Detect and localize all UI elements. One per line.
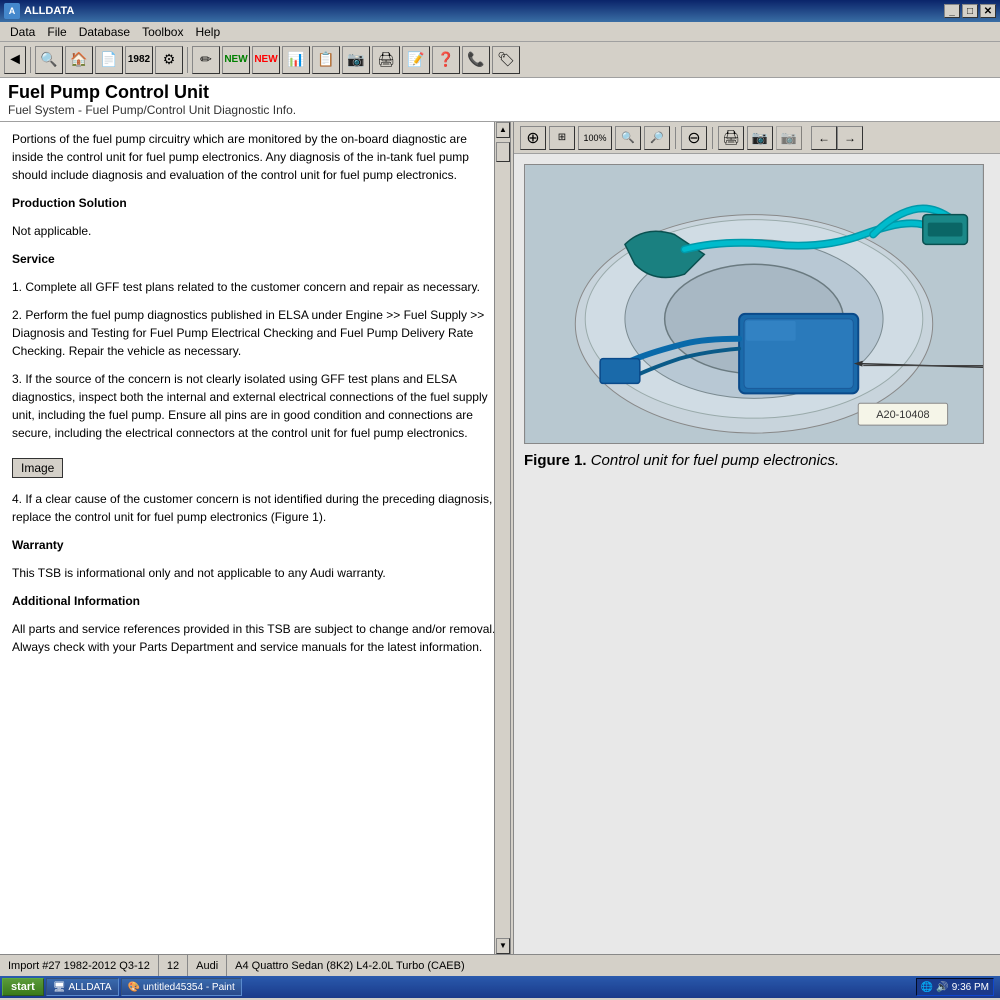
back-button[interactable]: ◄ [4,46,26,74]
taskbar-app-paint[interactable]: 🎨 untitled45354 - Paint [121,978,242,996]
document-subtitle: Fuel System - Fuel Pump/Control Unit Dia… [8,103,992,117]
taskbar-alldata-icon: 🖥 [53,982,66,993]
system-tray: 🌐 🔊 9:36 PM [916,978,994,996]
warranty-text: This TSB is informational only and not a… [12,564,498,582]
taskbar-right: 🌐 🔊 9:36 PM [912,978,998,996]
taskbar-paint-label: untitled45354 - Paint [143,982,235,993]
toolbar-btn-6[interactable]: ✏ [192,46,220,74]
zoom-custom-button[interactable]: 🔍 [615,126,641,150]
figure-label: Figure 1. [524,452,587,469]
print-image-button[interactable]: 🖨 [718,126,744,150]
diagram-container: A20-10408 1 1 1 [514,154,1000,954]
right-panel: ⊕ ⊞ 100% 🔍 🔎 ⊖ 🖨 📷 📷 ← → [514,122,1000,954]
menu-database[interactable]: Database [73,23,136,41]
zoom-out-button[interactable]: 🔎 [644,126,670,150]
image-button[interactable]: Image [12,452,498,484]
maximize-button[interactable]: □ [962,4,978,18]
service-item-1: 1. Complete all GFF test plans related t… [12,278,498,296]
zoom-minus-button[interactable]: ⊖ [681,126,707,150]
toolbar-btn-14[interactable]: ❓ [432,46,460,74]
toolbar-btn-13[interactable]: 📝 [402,46,430,74]
svg-text:A20-10408: A20-10408 [876,409,929,421]
additional-text: All parts and service references provide… [12,620,498,656]
start-button[interactable]: start [2,978,44,996]
camera-button-2[interactable]: 📷 [776,126,802,150]
toolbar-btn-7[interactable]: NEW [222,46,250,74]
main-toolbar: ◄ 🔍 🏠 📄 1982 ⚙ ✏ NEW NEW 📊 📋 📷 🖨 📝 ❓ 📞 🏷 [0,42,1000,78]
window-title: ALLDATA [24,5,74,17]
service-item-3: 3. If the source of the concern is not c… [12,370,498,442]
menu-toolbox[interactable]: Toolbox [136,23,189,41]
toolbar-btn-16[interactable]: 🏷 [492,46,520,74]
taskbar-alldata-label: ALLDATA [69,982,112,993]
toolbar-btn-9[interactable]: 📊 [282,46,310,74]
intro-text: Portions of the fuel pump circuitry whic… [12,130,498,184]
taskbar: start 🖥 ALLDATA 🎨 untitled45354 - Paint … [0,976,1000,998]
image-toolbar: ⊕ ⊞ 100% 🔍 🔎 ⊖ 🖨 📷 📷 ← → [514,122,1000,154]
toolbar-btn-3[interactable]: 📄 [95,46,123,74]
document-title: Fuel Pump Control Unit [8,82,992,103]
service-item-4: 4. If a clear cause of the customer conc… [12,490,498,526]
service-item-2: 2. Perform the fuel pump diagnostics pub… [12,306,498,360]
left-panel: Portions of the fuel pump circuitry whic… [0,122,510,954]
network-icon: 🌐 [921,982,933,993]
status-import: Import #27 1982-2012 Q3-12 [0,955,159,976]
zoom-in-button[interactable]: ⊕ [520,126,546,150]
toolbar-btn-12[interactable]: 🖨 [372,46,400,74]
menu-bar: Data File Database Toolbox Help [0,22,1000,42]
menu-file[interactable]: File [41,23,72,41]
warranty-label: Warranty [12,536,498,554]
main-content: Portions of the fuel pump circuitry whic… [0,122,1000,954]
window-controls[interactable]: _ □ ✕ [944,4,996,18]
figure-caption-text: Control unit for fuel pump electronics. [591,452,839,469]
status-vehicle: A4 Quattro Sedan (8K2) L4-2.0L Turbo (CA… [227,955,1000,976]
toolbar-btn-1[interactable]: 🔍 [35,46,63,74]
diagram-image: A20-10408 1 1 1 [524,164,984,444]
fuel-pump-diagram: A20-10408 1 1 1 [525,165,983,443]
minimize-button[interactable]: _ [944,4,960,18]
additional-label: Additional Information [12,592,498,610]
zoom-100-button[interactable]: 100% [578,126,612,150]
figure-caption: Figure 1. Control unit for fuel pump ele… [524,452,990,469]
toolbar-btn-2[interactable]: 🏠 [65,46,93,74]
zoom-fit-button[interactable]: ⊞ [549,126,575,150]
taskbar-paint-icon: 🎨 [128,982,140,993]
image-btn[interactable]: Image [12,458,63,478]
camera-button-1[interactable]: 📷 [747,126,773,150]
title-bar: A ALLDATA _ □ ✕ [0,0,1000,22]
toolbar-btn-5[interactable]: ⚙ [155,46,183,74]
production-solution-text: Not applicable. [12,222,498,240]
status-bar: Import #27 1982-2012 Q3-12 12 Audi A4 Qu… [0,954,1000,976]
status-make: Audi [188,955,227,976]
status-page: 12 [159,955,188,976]
toolbar-btn-15[interactable]: 📞 [462,46,490,74]
prev-image-button[interactable]: ← [811,126,837,150]
scrollbar[interactable]: ▲ ▼ [494,122,510,954]
volume-icon: 🔊 [936,982,948,993]
toolbar-btn-8[interactable]: NEW [252,46,280,74]
menu-help[interactable]: Help [189,23,226,41]
document-title-area: Fuel Pump Control Unit Fuel System - Fue… [0,78,1000,122]
close-button[interactable]: ✕ [980,4,996,18]
service-label: Service [12,250,498,268]
production-solution-label: Production Solution [12,194,498,212]
app-icon: A [4,3,20,19]
clock: 9:36 PM [952,982,989,993]
toolbar-btn-10[interactable]: 📋 [312,46,340,74]
taskbar-app-alldata[interactable]: 🖥 ALLDATA [46,978,119,996]
nav-arrows: ← → [811,126,863,150]
menu-data[interactable]: Data [4,23,41,41]
toolbar-btn-11[interactable]: 📷 [342,46,370,74]
toolbar-btn-4[interactable]: 1982 [125,46,153,74]
next-image-button[interactable]: → [837,126,863,150]
